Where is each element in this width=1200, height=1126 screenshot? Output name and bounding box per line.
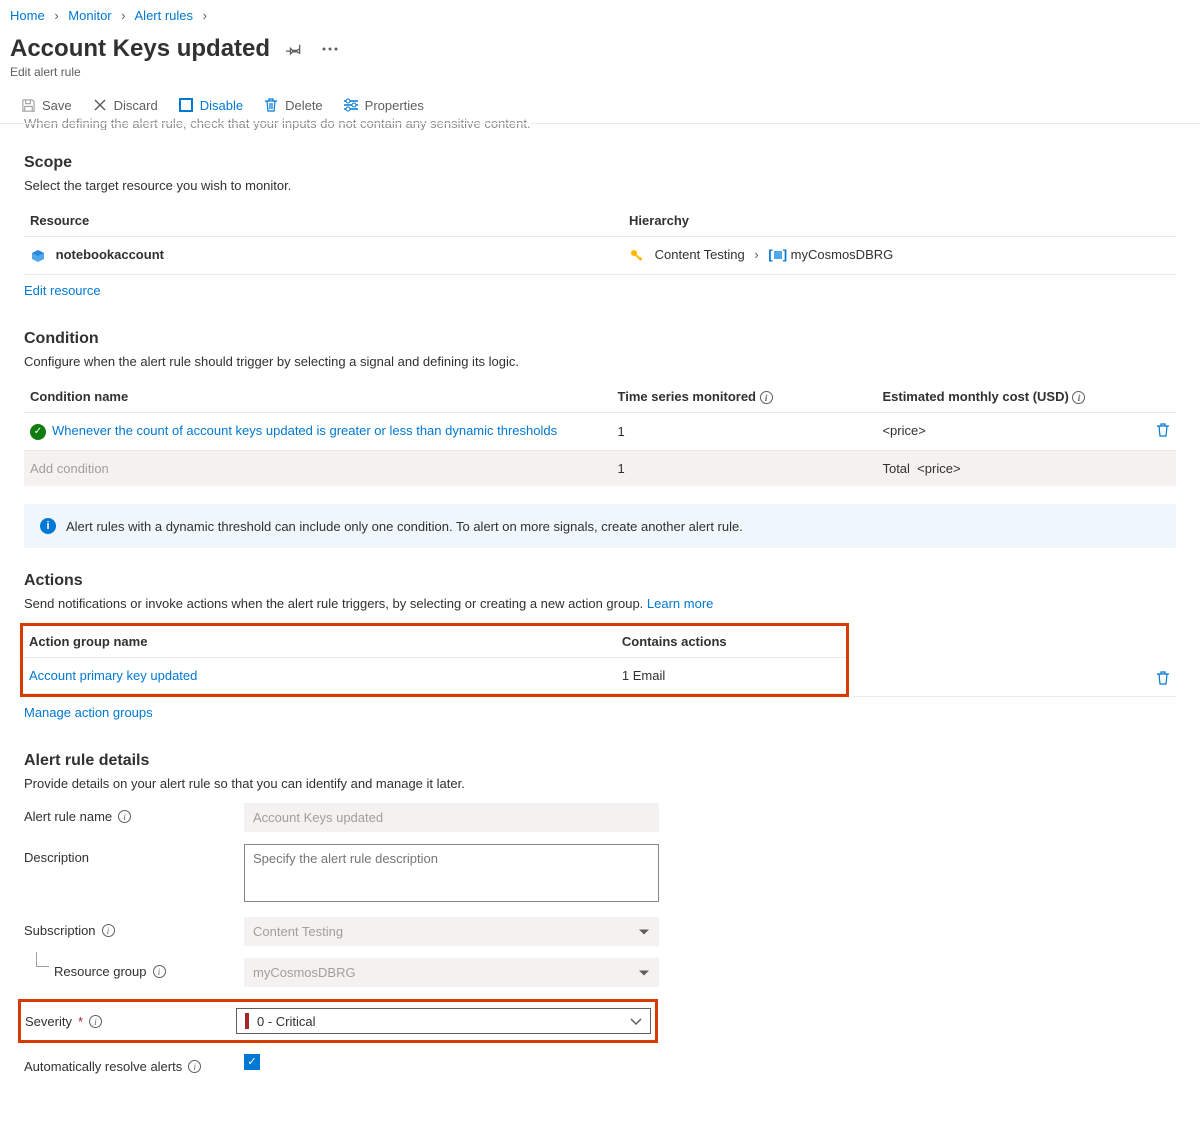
label-description: Description [24, 844, 244, 865]
select-resource-group [244, 958, 659, 987]
save-button[interactable]: Save [16, 93, 76, 117]
delete-button[interactable]: Delete [259, 93, 327, 117]
info-icon[interactable]: i [1072, 391, 1085, 404]
learn-more-link[interactable]: Learn more [647, 596, 713, 611]
input-description[interactable] [244, 844, 659, 902]
condition-heading: Condition [24, 330, 1176, 348]
label-severity: Severity * i [25, 1008, 236, 1029]
select-subscription [244, 917, 659, 946]
scope-heading: Scope [24, 154, 1176, 172]
info-icon[interactable]: i [89, 1015, 102, 1028]
select-severity[interactable]: 0 - Critical [236, 1008, 651, 1034]
scope-row: notebookaccount Content Testing › [] myC… [24, 237, 1176, 275]
trash-icon [263, 97, 279, 113]
more-button[interactable] [318, 43, 342, 55]
edit-resource-link[interactable]: Edit resource [24, 283, 101, 298]
page-subtitle: Edit alert rule [10, 65, 1190, 79]
square-icon [178, 97, 194, 113]
label-subscription: Subscription i [24, 917, 244, 938]
scope-description: Select the target resource you wish to m… [24, 178, 1176, 193]
breadcrumb: Home › Monitor › Alert rules › [0, 0, 1200, 31]
actions-heading: Actions [24, 572, 1176, 590]
label-auto-resolve: Automatically resolve alerts i [24, 1053, 244, 1074]
label-rule-name: Alert rule name i [24, 803, 244, 824]
resource-name: notebookaccount [56, 247, 164, 262]
action-group-link[interactable]: Account primary key updated [29, 668, 197, 683]
condition-link[interactable]: Whenever the count of account keys updat… [52, 423, 557, 438]
col-condition-name: Condition name [24, 381, 612, 413]
col-action-group: Action group name [23, 626, 616, 658]
chevron-right-icon: › [54, 8, 58, 23]
breadcrumb-home[interactable]: Home [10, 8, 45, 23]
check-icon: ✓ [30, 424, 46, 440]
add-condition-label: Add condition [30, 461, 109, 476]
cosmos-icon [30, 248, 46, 264]
col-time-series: Time series monitored i [612, 381, 877, 413]
action-contains: 1 Email [616, 658, 847, 694]
total-series: 1 [612, 451, 877, 487]
required-icon: * [78, 1014, 83, 1029]
pin-button[interactable] [282, 37, 306, 61]
condition-description: Configure when the alert rule should tri… [24, 354, 1176, 369]
delete-action-button[interactable] [1156, 671, 1170, 688]
banner-text: Alert rules with a dynamic threshold can… [66, 519, 743, 534]
input-rule-name [244, 803, 659, 832]
properties-icon [343, 97, 359, 113]
info-icon: i [40, 518, 56, 534]
key-icon [629, 248, 645, 264]
total-cost-label: Total [882, 461, 909, 476]
checkbox-auto-resolve[interactable]: ✓ [244, 1054, 260, 1070]
disable-button[interactable]: Disable [174, 93, 247, 117]
col-contains: Contains actions [616, 626, 847, 658]
info-icon[interactable]: i [118, 810, 131, 823]
section-scope: Scope Select the target resource you wis… [24, 154, 1176, 306]
col-resource: Resource [24, 205, 623, 237]
save-icon [20, 97, 36, 113]
info-icon[interactable]: i [102, 924, 115, 937]
condition-series: 1 [612, 413, 877, 451]
chevron-right-icon: › [754, 247, 758, 262]
hierarchy-rg: myCosmosDBRG [791, 247, 894, 262]
section-condition: Condition Configure when the alert rule … [24, 330, 1176, 549]
info-icon[interactable]: i [188, 1060, 201, 1073]
breadcrumb-alert-rules[interactable]: Alert rules [135, 8, 194, 23]
col-cost: Estimated monthly cost (USD) i [876, 381, 1176, 413]
manage-action-groups-link[interactable]: Manage action groups [24, 705, 153, 720]
condition-row: ✓ Whenever the count of account keys upda… [24, 413, 1176, 451]
delete-condition-button[interactable] [1156, 423, 1170, 440]
severity-bar-icon [245, 1013, 249, 1029]
label-resource-group: Resource group i [24, 958, 244, 979]
actions-highlight: Action group name Contains actions Accou… [20, 623, 849, 697]
resource-group-icon: [] [768, 247, 787, 262]
section-details: Alert rule details Provide details on yo… [24, 752, 1176, 1074]
details-description: Provide details on your alert rule so th… [24, 776, 1176, 791]
condition-info-banner: i Alert rules with a dynamic threshold c… [24, 504, 1176, 548]
condition-cost: <price> [882, 423, 925, 438]
action-row: Account primary key updated 1 Email [23, 658, 846, 694]
details-heading: Alert rule details [24, 752, 1176, 770]
chevron-down-icon [630, 1014, 642, 1029]
col-hierarchy: Hierarchy [623, 205, 1176, 237]
chevron-right-icon: › [203, 8, 207, 23]
info-text-cut: When defining the alert rule, check that… [24, 118, 1176, 130]
breadcrumb-monitor[interactable]: Monitor [68, 8, 111, 23]
page-title: Account Keys updated [10, 35, 270, 63]
actions-description: Send notifications or invoke actions whe… [24, 596, 1176, 611]
total-cost: <price> [917, 461, 960, 476]
hierarchy-subscription: Content Testing [655, 247, 745, 262]
condition-total-row: Add condition 1 Total <price> [24, 451, 1176, 487]
chevron-right-icon: › [121, 8, 125, 23]
info-icon[interactable]: i [760, 391, 773, 404]
severity-value: 0 - Critical [257, 1014, 316, 1029]
close-icon [92, 97, 108, 113]
discard-button[interactable]: Discard [88, 93, 162, 117]
properties-button[interactable]: Properties [339, 93, 428, 117]
section-actions: Actions Send notifications or invoke act… [24, 572, 1176, 728]
info-icon[interactable]: i [153, 965, 166, 978]
